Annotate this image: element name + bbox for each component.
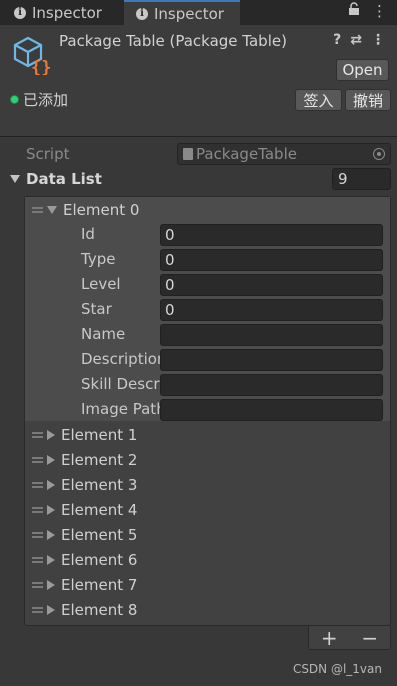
more-menu-icon[interactable]: ⋮: [372, 2, 387, 20]
element-label: Element 8: [61, 600, 138, 619]
open-button[interactable]: Open: [336, 59, 389, 81]
help-icon[interactable]: ?: [333, 32, 341, 48]
element-label: Element 2: [61, 450, 138, 469]
tab-label: Inspector: [154, 4, 224, 23]
list-size-field[interactable]: 9: [332, 168, 391, 190]
field-label-star: Star: [81, 300, 112, 318]
field-label-description: Description: [81, 350, 160, 368]
element-label: Element 3: [61, 475, 138, 494]
element-label: Element 1: [61, 425, 138, 444]
type-field[interactable]: 0: [160, 249, 383, 271]
tab-inspector-2[interactable]: i Inspector: [124, 0, 240, 25]
description-field[interactable]: [160, 349, 383, 371]
name-field[interactable]: [160, 324, 383, 346]
list-item-element-3[interactable]: Element 3: [32, 472, 137, 497]
tab-bar: i Inspector i Inspector ⋮: [0, 0, 397, 25]
vcs-status: 已添加: [10, 89, 68, 110]
inspector-header: {} Package Table (Package Table) ? ⇄ ⋮ O…: [0, 25, 397, 137]
drag-handle-icon[interactable]: [32, 206, 43, 213]
drag-handle-icon[interactable]: [32, 531, 43, 538]
context-menu-icon[interactable]: ⋮: [371, 32, 385, 48]
asset-title: Package Table (Package Table): [59, 32, 287, 50]
foldout-collapsed-icon: [47, 454, 55, 465]
list-item-element-6[interactable]: Element 6: [32, 547, 137, 572]
field-label-id: Id: [81, 225, 95, 243]
scriptable-object-icon: {}: [12, 35, 52, 78]
added-status-icon: [10, 95, 19, 104]
list-item-element-0[interactable]: Element 0: [32, 197, 139, 222]
element-label: Element 7: [61, 575, 138, 594]
drag-handle-icon[interactable]: [32, 581, 43, 588]
data-list-label: Data List: [26, 170, 102, 188]
drag-handle-icon[interactable]: [32, 456, 43, 463]
image-path-field[interactable]: [160, 399, 383, 421]
element-label: Element 6: [61, 550, 138, 569]
foldout-expanded-icon: [47, 205, 57, 214]
svg-text:{}: {}: [31, 58, 51, 75]
data-list-foldout[interactable]: Data List: [10, 170, 102, 188]
status-text: 已添加: [23, 91, 69, 109]
foldout-collapsed-icon: [47, 504, 55, 515]
info-icon: i: [14, 6, 26, 19]
level-field[interactable]: 0: [160, 274, 383, 296]
add-element-button[interactable]: +: [321, 626, 338, 650]
drag-handle-icon[interactable]: [32, 556, 43, 563]
checkin-button[interactable]: 签入: [295, 89, 342, 111]
element-label: Element 0: [63, 200, 140, 219]
element-label: Element 4: [61, 500, 138, 519]
drag-handle-icon[interactable]: [32, 606, 43, 613]
script-file-icon: [183, 148, 193, 160]
list-item-element-7[interactable]: Element 7: [32, 572, 137, 597]
remove-element-button[interactable]: −: [361, 626, 378, 650]
field-label-level: Level: [81, 275, 121, 293]
field-label-name: Name: [81, 325, 126, 343]
foldout-collapsed-icon: [47, 529, 55, 540]
foldout-collapsed-icon: [47, 479, 55, 490]
script-value: PackageTable: [196, 145, 297, 163]
tab-inspector-1[interactable]: i Inspector: [0, 0, 122, 25]
watermark: CSDN @l_1van: [292, 662, 382, 676]
field-label-image-path: Image Path: [81, 400, 160, 418]
list-item-element-1[interactable]: Element 1: [32, 422, 137, 447]
object-picker-icon[interactable]: [373, 148, 385, 160]
script-label: Script: [26, 145, 70, 163]
id-field[interactable]: 0: [160, 224, 383, 246]
field-label-skill-description: Skill Description: [81, 375, 160, 393]
info-icon: i: [136, 7, 148, 20]
star-field[interactable]: 0: [160, 299, 383, 321]
drag-handle-icon[interactable]: [32, 506, 43, 513]
drag-handle-icon[interactable]: [32, 431, 43, 438]
skill-description-field[interactable]: [160, 374, 383, 396]
foldout-collapsed-icon: [47, 579, 55, 590]
foldout-expanded-icon: [10, 175, 20, 183]
preset-settings-icon[interactable]: ⇄: [350, 32, 362, 48]
list-item-element-5[interactable]: Element 5: [32, 522, 137, 547]
field-label-type: Type: [81, 250, 116, 268]
list-footer: + −: [308, 626, 391, 650]
foldout-collapsed-icon: [47, 604, 55, 615]
element-label: Element 5: [61, 525, 138, 544]
drag-handle-icon[interactable]: [32, 481, 43, 488]
foldout-collapsed-icon: [47, 554, 55, 565]
list-item-element-2[interactable]: Element 2: [32, 447, 137, 472]
list-item-element-4[interactable]: Element 4: [32, 497, 137, 522]
undo-button[interactable]: 撤销: [345, 89, 391, 111]
lock-icon[interactable]: [348, 2, 360, 20]
list-item-element-8[interactable]: Element 8: [32, 597, 137, 622]
tab-label: Inspector: [32, 3, 102, 22]
script-field[interactable]: PackageTable: [177, 143, 391, 165]
foldout-collapsed-icon: [47, 429, 55, 440]
